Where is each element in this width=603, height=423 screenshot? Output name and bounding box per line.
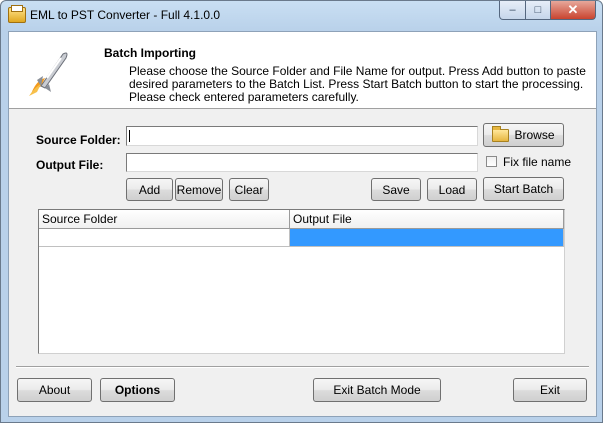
exit-label: Exit <box>539 383 560 397</box>
client-area: Batch Importing Please choose the Source… <box>8 31 597 417</box>
remove-button[interactable]: Remove <box>175 178 223 201</box>
fix-file-name-checkbox[interactable] <box>486 156 497 167</box>
maximize-button[interactable]: □ <box>526 1 551 20</box>
app-icon <box>8 5 26 23</box>
cell-source-folder[interactable] <box>39 229 290 247</box>
folder-icon <box>492 125 510 142</box>
add-button[interactable]: Add <box>126 178 173 201</box>
options-label: Options <box>114 383 161 397</box>
output-file-input[interactable] <box>126 153 478 172</box>
minimize-button[interactable]: – <box>499 1 526 20</box>
exit-batch-mode-button[interactable]: Exit Batch Mode <box>313 378 441 402</box>
save-button[interactable]: Save <box>371 178 421 201</box>
cell-output-file[interactable] <box>290 229 564 247</box>
batch-list[interactable]: Source Folder Output File <box>38 209 565 354</box>
about-button[interactable]: About <box>17 378 92 402</box>
header-description: Please choose the Source Folder and File… <box>129 65 586 104</box>
batch-list-header: Source Folder Output File <box>39 210 564 229</box>
start-batch-button[interactable]: Start Batch <box>483 177 564 201</box>
browse-label: Browse <box>514 128 555 142</box>
title-bar[interactable]: EML to PST Converter - Full 4.1.0.0 – □ … <box>1 1 602 29</box>
close-button[interactable]: ✕ <box>551 1 596 20</box>
text-caret <box>129 130 130 142</box>
source-folder-input[interactable] <box>126 126 478 146</box>
options-button[interactable]: Options <box>100 378 175 402</box>
caption-buttons: – □ ✕ <box>499 1 596 20</box>
browse-button[interactable]: Browse <box>483 123 564 147</box>
fix-file-name-label[interactable]: Fix file name <box>503 155 571 169</box>
source-folder-label: Source Folder: <box>36 133 121 147</box>
clear-button[interactable]: Clear <box>229 178 269 201</box>
column-header-source-folder[interactable]: Source Folder <box>39 210 290 229</box>
description-line: Please check entered parameters carefull… <box>129 90 359 104</box>
column-header-output-file[interactable]: Output File <box>290 210 564 229</box>
app-window: EML to PST Converter - Full 4.1.0.0 – □ … <box>0 0 603 423</box>
header-title: Batch Importing <box>104 46 196 60</box>
output-file-label: Output File: <box>36 158 104 172</box>
window-title: EML to PST Converter - Full 4.1.0.0 <box>30 8 221 22</box>
rocket-icon <box>29 52 68 96</box>
table-row[interactable] <box>39 229 564 247</box>
footer-divider <box>16 366 589 368</box>
exit-button[interactable]: Exit <box>513 378 587 402</box>
header-panel: Batch Importing Please choose the Source… <box>9 32 596 109</box>
load-button[interactable]: Load <box>427 178 477 201</box>
about-label: About <box>38 383 71 397</box>
